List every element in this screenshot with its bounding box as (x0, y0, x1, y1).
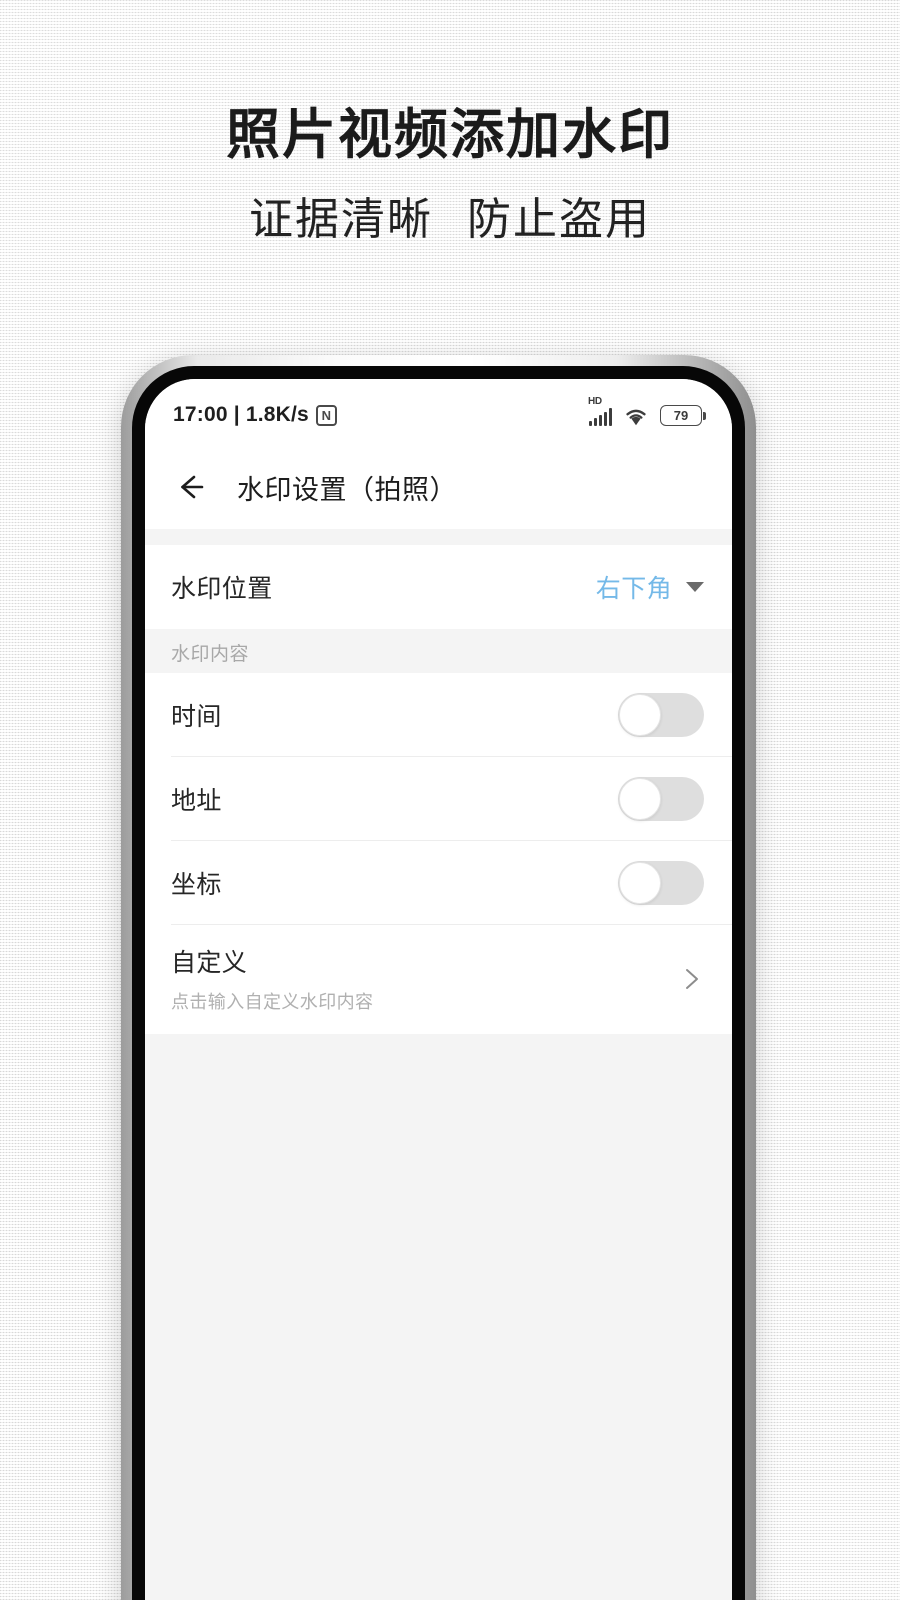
settings-content: 水印位置 右下角 水印内容 时间 地址 坐标 自定义 点击输入自定义水印内容 (145, 529, 732, 1600)
row-label-custom: 自定义 (171, 949, 248, 977)
hero-subtitle: 证据清晰 防止盗用 (0, 194, 900, 247)
signal-bars (589, 407, 612, 426)
chevron-down-icon[interactable] (686, 582, 704, 592)
app-bar: 水印设置（拍照） (145, 445, 732, 529)
custom-row-texts: 自定义 点击输入自定义水印内容 (171, 943, 373, 1014)
status-time-and-speed: 17:00 | 1.8K/s (173, 403, 309, 426)
status-bar: 17:00 | 1.8K/s N HD 79 (145, 379, 732, 445)
toggle-time[interactable] (618, 693, 704, 737)
wifi-icon (626, 409, 646, 425)
promo-page: 照片视频添加水印 证据清晰 防止盗用 17:00 | 1.8K/s N HD 7… (0, 0, 900, 1600)
back-arrow-icon[interactable] (173, 470, 207, 504)
toggle-coordinates[interactable] (618, 861, 704, 905)
toggle-knob (619, 862, 661, 904)
battery-level: 79 (673, 407, 689, 423)
row-label-address: 地址 (171, 787, 222, 815)
row-custom-watermark[interactable]: 自定义 点击输入自定义水印内容 (145, 925, 732, 1034)
watermark-position-value: 右下角 (595, 575, 672, 603)
signal-bars-icon: HD (588, 396, 612, 426)
app-bar-title: 水印设置（拍照） (237, 474, 457, 505)
nfc-icon: N (315, 404, 337, 426)
toggle-address[interactable] (618, 777, 704, 821)
watermark-position-selector[interactable]: 右下角 (596, 569, 704, 605)
phone-screen: 17:00 | 1.8K/s N HD 79 水印设置（拍照） 水印位置 右下角… (145, 379, 732, 1600)
chevron-right-icon[interactable] (678, 966, 704, 992)
toggle-knob (619, 778, 661, 820)
row-address[interactable]: 地址 (145, 757, 732, 841)
settings-card-position: 水印位置 右下角 (145, 545, 732, 629)
row-label-watermark-position: 水印位置 (171, 575, 273, 603)
section-header-watermark-content: 水印内容 (145, 629, 732, 673)
phone-bezel: 17:00 | 1.8K/s N HD 79 水印设置（拍照） 水印位置 右下角… (132, 366, 745, 1600)
settings-card-content: 时间 地址 坐标 自定义 点击输入自定义水印内容 (145, 673, 732, 1034)
status-bar-right: HD 79 (588, 396, 706, 426)
row-label-time: 时间 (171, 703, 222, 731)
phone-mockup: 17:00 | 1.8K/s N HD 79 水印设置（拍照） 水印位置 右下角… (121, 355, 756, 1600)
toggle-knob (619, 694, 661, 736)
hero-subtitle-right: 防止盗用 (467, 194, 651, 244)
row-coordinates[interactable]: 坐标 (145, 841, 732, 925)
row-sublabel-custom: 点击输入自定义水印内容 (171, 992, 374, 1012)
hero-subtitle-left: 证据清晰 (249, 194, 433, 244)
page-title: 照片视频添加水印 (226, 105, 674, 165)
hero-section: 照片视频添加水印 证据清晰 防止盗用 (0, 104, 900, 247)
row-label-coordinates: 坐标 (171, 871, 222, 899)
top-spacer (145, 529, 732, 545)
status-bar-left: 17:00 | 1.8K/s N (173, 403, 337, 427)
row-time[interactable]: 时间 (145, 673, 732, 757)
page-filler (145, 1034, 732, 1600)
hd-label: HD (588, 395, 602, 407)
battery-icon: 79 (660, 404, 706, 426)
row-watermark-position[interactable]: 水印位置 右下角 (145, 545, 732, 629)
